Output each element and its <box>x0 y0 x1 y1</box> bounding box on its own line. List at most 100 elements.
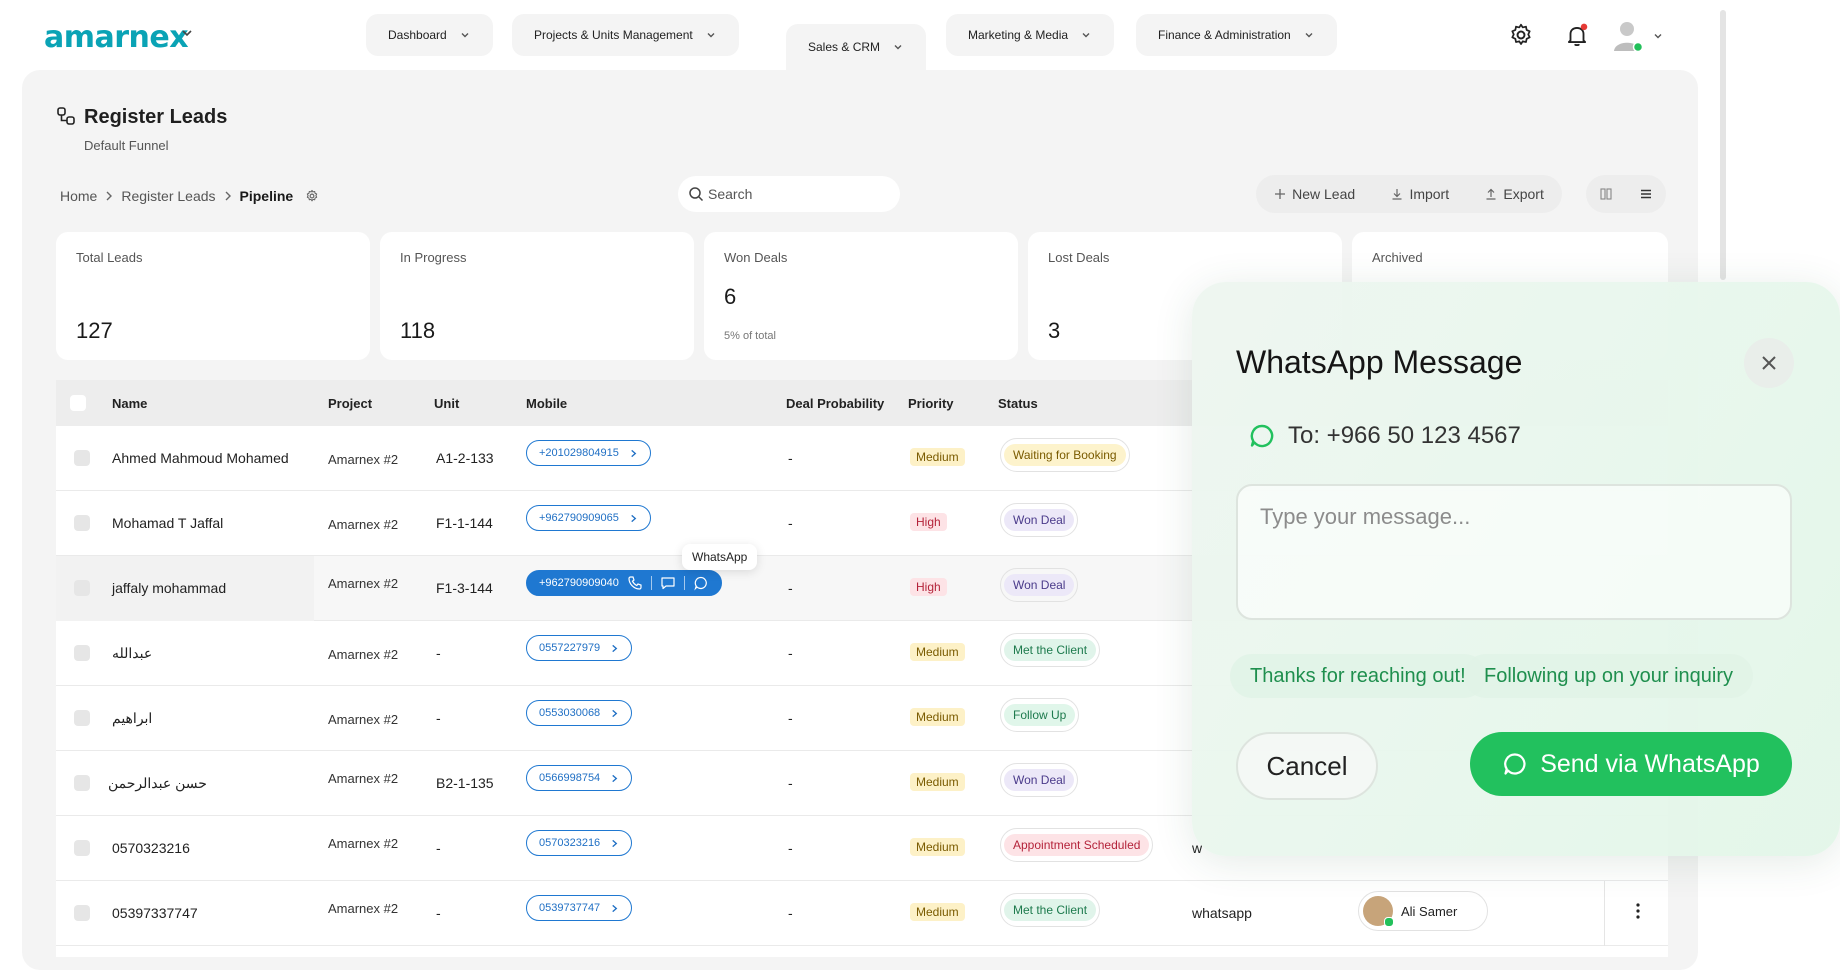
list-view-icon[interactable] <box>1639 187 1653 201</box>
phone-icon[interactable] <box>627 575 643 591</box>
nav-dashboard[interactable]: Dashboard <box>366 14 493 56</box>
send-whatsapp-button[interactable]: Send via WhatsApp <box>1470 732 1792 796</box>
lead-project: Amarnex #2 <box>328 712 399 727</box>
lead-unit: F1-3-144 <box>436 580 493 596</box>
lead-name[interactable]: jaffaly mohammad <box>112 580 226 596</box>
import-button[interactable]: Import <box>1391 186 1449 202</box>
deal-probability: - <box>788 775 793 791</box>
phone-pill[interactable]: +201029804915 <box>526 440 651 466</box>
phone-number: 0570323216 <box>539 837 601 849</box>
chevron-down-icon[interactable] <box>180 26 194 40</box>
status-badge[interactable]: Follow Up <box>1000 698 1080 732</box>
phone-pill[interactable]: 0553030068 <box>526 700 633 726</box>
col-status[interactable]: Status <box>998 396 1038 411</box>
phone-pill[interactable]: 0566998754 <box>526 765 633 791</box>
kanban-view-icon[interactable] <box>1599 187 1613 201</box>
lead-name[interactable]: Ahmed Mahmoud Mohamed <box>112 450 289 466</box>
status-label: Won Deal <box>1004 769 1075 791</box>
phone-number: +201029804915 <box>539 447 619 459</box>
action-bar: New Lead Import Export <box>1256 175 1562 213</box>
status-badge[interactable]: Met the Client <box>1000 893 1101 927</box>
quick-reply-chip[interactable]: Thanks for reaching out! <box>1230 654 1486 698</box>
chevron-down-icon <box>707 33 715 38</box>
search-input[interactable]: Search <box>708 186 752 202</box>
breadcrumb-register-leads[interactable]: Register Leads <box>121 188 215 204</box>
cancel-button[interactable]: Cancel <box>1236 732 1378 800</box>
import-label: Import <box>1409 186 1450 202</box>
col-name[interactable]: Name <box>112 396 147 411</box>
stat-sub: 5% of total <box>724 330 776 342</box>
phone-pill[interactable]: 0539737747 <box>526 895 633 921</box>
funnel-nodes-icon <box>57 107 75 125</box>
row-checkbox[interactable] <box>74 580 90 596</box>
search-box[interactable]: Search <box>678 176 900 212</box>
close-button[interactable] <box>1744 338 1794 388</box>
row-checkbox[interactable] <box>74 775 90 791</box>
phone-pill[interactable]: 0557227979 <box>526 635 633 661</box>
nav-marketing-media[interactable]: Marketing & Media <box>946 14 1115 56</box>
agent-chip[interactable]: Ali Samer <box>1358 891 1488 931</box>
new-lead-button[interactable]: New Lead <box>1274 186 1355 202</box>
status-badge[interactable]: Won Deal <box>1000 568 1079 602</box>
row-checkbox[interactable] <box>74 905 90 921</box>
row-checkbox[interactable] <box>74 645 90 661</box>
row-checkbox[interactable] <box>74 515 90 531</box>
lead-name[interactable]: حسن عبدالرحمن <box>108 775 207 792</box>
nav-projects-units[interactable]: Projects & Units Management <box>512 14 739 56</box>
status-badge[interactable]: Won Deal <box>1000 503 1079 537</box>
search-icon <box>689 187 704 202</box>
stat-card-won: Won Deals 6 5% of total <box>704 232 1018 360</box>
quick-reply-chip[interactable]: Following up on your inquiry <box>1464 654 1754 698</box>
divider <box>1604 881 1605 946</box>
lead-name[interactable]: عبدالله <box>112 645 152 662</box>
avatar[interactable] <box>1612 18 1644 52</box>
status-badge[interactable]: Appointment Scheduled <box>1000 828 1154 862</box>
chevron-down-icon[interactable] <box>1652 30 1664 42</box>
agent-name: Ali Samer <box>1401 903 1458 919</box>
phone-pill[interactable]: +962790909065 <box>526 505 651 531</box>
status-badge[interactable]: Waiting for Booking <box>1000 438 1130 472</box>
status-badge[interactable]: Met the Client <box>1000 633 1101 667</box>
message-icon[interactable] <box>660 575 676 591</box>
row-checkbox[interactable] <box>74 450 90 466</box>
stat-label: Won Deals <box>724 250 788 265</box>
lead-project: Amarnex #2 <box>328 901 399 916</box>
nav-finance-admin[interactable]: Finance & Administration <box>1136 14 1337 56</box>
gear-icon[interactable] <box>1508 22 1534 48</box>
lead-name[interactable]: 05397337747 <box>112 905 198 921</box>
breadcrumb-home[interactable]: Home <box>60 188 97 204</box>
nav-sales-crm[interactable]: Sales & CRM <box>786 24 927 70</box>
phone-number: +962790909040 <box>539 577 619 589</box>
phone-pill[interactable]: 0570323216 <box>526 830 633 856</box>
whatsapp-icon <box>1504 753 1526 775</box>
row-checkbox[interactable] <box>74 710 90 726</box>
lead-name[interactable]: 0570323216 <box>112 840 190 856</box>
col-unit[interactable]: Unit <box>434 396 459 411</box>
brand-logo[interactable]: amarnex <box>44 20 189 55</box>
chevron-right-icon <box>225 191 231 201</box>
more-vertical-icon[interactable] <box>1630 901 1646 921</box>
gear-icon[interactable] <box>305 189 319 203</box>
chevron-down-icon <box>1305 33 1313 38</box>
export-button[interactable]: Export <box>1485 186 1544 202</box>
col-mobile[interactable]: Mobile <box>526 396 567 411</box>
lead-project: Amarnex #2 <box>328 771 399 786</box>
lead-project: Amarnex #2 <box>328 836 399 851</box>
deal-probability: - <box>788 450 793 466</box>
phone-pill-expanded[interactable]: +962790909040 <box>526 570 722 596</box>
chevron-down-icon <box>894 45 902 50</box>
row-checkbox[interactable] <box>74 840 90 856</box>
lead-name[interactable]: Mohamad T Jaffal <box>112 515 223 531</box>
col-deal-probability[interactable]: Deal Probability <box>786 396 884 411</box>
col-project[interactable]: Project <box>328 396 372 411</box>
lead-name[interactable]: ابراهيم <box>112 710 152 727</box>
whatsapp-icon[interactable] <box>693 575 709 591</box>
status-badge[interactable]: Won Deal <box>1000 763 1079 797</box>
bell-icon[interactable] <box>1564 22 1590 48</box>
deal-probability: - <box>788 905 793 921</box>
select-all-checkbox[interactable] <box>70 395 86 411</box>
col-priority[interactable]: Priority <box>908 396 954 411</box>
table-row[interactable]: 05397337747 Amarnex #2 - 0539737747 - Me… <box>56 881 1668 946</box>
scrollbar[interactable] <box>1720 10 1726 280</box>
message-input[interactable] <box>1236 484 1792 620</box>
